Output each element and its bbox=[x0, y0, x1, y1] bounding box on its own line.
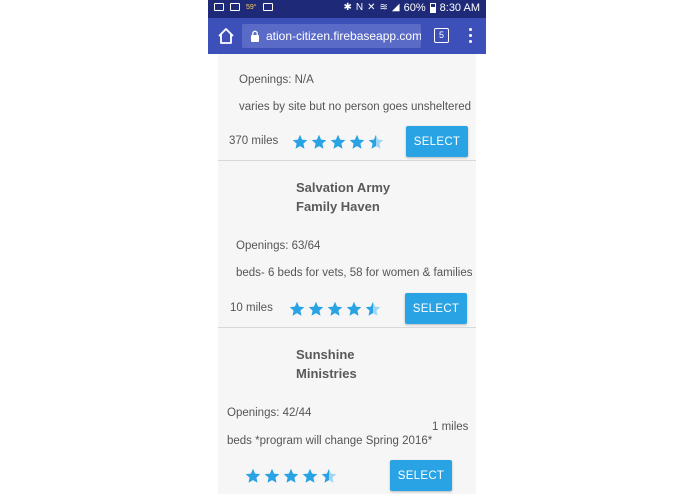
phone-screen: 59° ✱ N ✕ ≋ ◢ 60% 8:30 AM ation-citizen.… bbox=[208, 0, 486, 494]
star-icon bbox=[311, 134, 327, 149]
battery-icon bbox=[429, 3, 436, 13]
shelter-list: Openings: N/A varies by site but no pers… bbox=[208, 54, 486, 494]
divider bbox=[218, 160, 476, 161]
browser-toolbar: ation-citizen.firebaseapp.com/\ 5 bbox=[208, 18, 486, 54]
star-icon bbox=[327, 301, 343, 316]
shelter-openings: Openings: 63/64 bbox=[236, 240, 321, 252]
clock: 8:30 AM bbox=[439, 2, 480, 14]
shelter-note: beds- 6 beds for vets, 58 for women & fa… bbox=[236, 267, 473, 279]
star-icon bbox=[283, 468, 299, 483]
url-text: ation-citizen.firebaseapp.com/\ bbox=[266, 29, 421, 43]
shelter-note: varies by site but no person goes unshel… bbox=[239, 101, 472, 113]
select-button[interactable]: SELECT bbox=[390, 460, 452, 491]
battery-percent: 60% bbox=[403, 2, 426, 14]
home-icon[interactable] bbox=[216, 26, 236, 46]
rating-stars bbox=[289, 301, 381, 317]
star-icon bbox=[308, 301, 324, 316]
shelter-note: beds *program will change Spring 2016* bbox=[227, 435, 433, 447]
select-button[interactable]: SELECT bbox=[406, 126, 468, 157]
star-icon bbox=[321, 468, 337, 483]
image-icon bbox=[230, 3, 240, 11]
star-icon bbox=[264, 468, 280, 483]
rating-stars bbox=[245, 468, 337, 484]
shelter-name-line: Sunshine bbox=[296, 347, 355, 362]
mail-icon bbox=[214, 3, 224, 11]
signal-icon: ◢ bbox=[391, 2, 400, 13]
shelter-distance: 370 miles bbox=[229, 135, 279, 147]
star-icon bbox=[245, 468, 261, 483]
star-icon bbox=[368, 134, 384, 149]
shelter-name-line: Salvation Army bbox=[296, 180, 391, 195]
status-bar: 59° ✱ N ✕ ≋ ◢ 60% 8:30 AM bbox=[208, 0, 486, 18]
rating-stars bbox=[292, 134, 384, 150]
address-bar[interactable]: ation-citizen.firebaseapp.com/\ bbox=[242, 24, 421, 48]
lock-icon bbox=[251, 30, 259, 42]
star-icon bbox=[349, 134, 365, 149]
star-icon bbox=[289, 301, 305, 316]
star-icon bbox=[346, 301, 362, 316]
shelter-name: Salvation Army Family Haven bbox=[296, 178, 390, 216]
star-icon bbox=[330, 134, 346, 149]
shelter-openings: Openings: 42/44 bbox=[227, 407, 312, 419]
shelter-name: Sunshine Ministries bbox=[296, 345, 357, 383]
shelter-distance: 1 miles bbox=[432, 421, 469, 433]
temperature: 59° bbox=[246, 3, 257, 11]
tab-switcher-button[interactable]: 5 bbox=[434, 28, 449, 43]
star-icon bbox=[292, 134, 308, 149]
shelter-name-line: Family Haven bbox=[296, 199, 380, 214]
divider bbox=[218, 327, 476, 328]
wifi-icon: ≋ bbox=[379, 2, 388, 13]
star-icon bbox=[302, 468, 318, 483]
shelter-distance: 10 miles bbox=[230, 302, 273, 314]
select-button[interactable]: SELECT bbox=[405, 293, 467, 324]
shelter-name-line: Ministries bbox=[296, 366, 357, 381]
voicemail-icon bbox=[262, 3, 273, 11]
overflow-menu-icon[interactable] bbox=[465, 27, 475, 45]
shelter-openings: Openings: N/A bbox=[239, 74, 314, 86]
bluetooth-icon: ✱ bbox=[343, 2, 352, 13]
star-icon bbox=[365, 301, 381, 316]
mute-icon: ✕ bbox=[367, 2, 376, 13]
nfc-icon: N bbox=[355, 2, 364, 13]
